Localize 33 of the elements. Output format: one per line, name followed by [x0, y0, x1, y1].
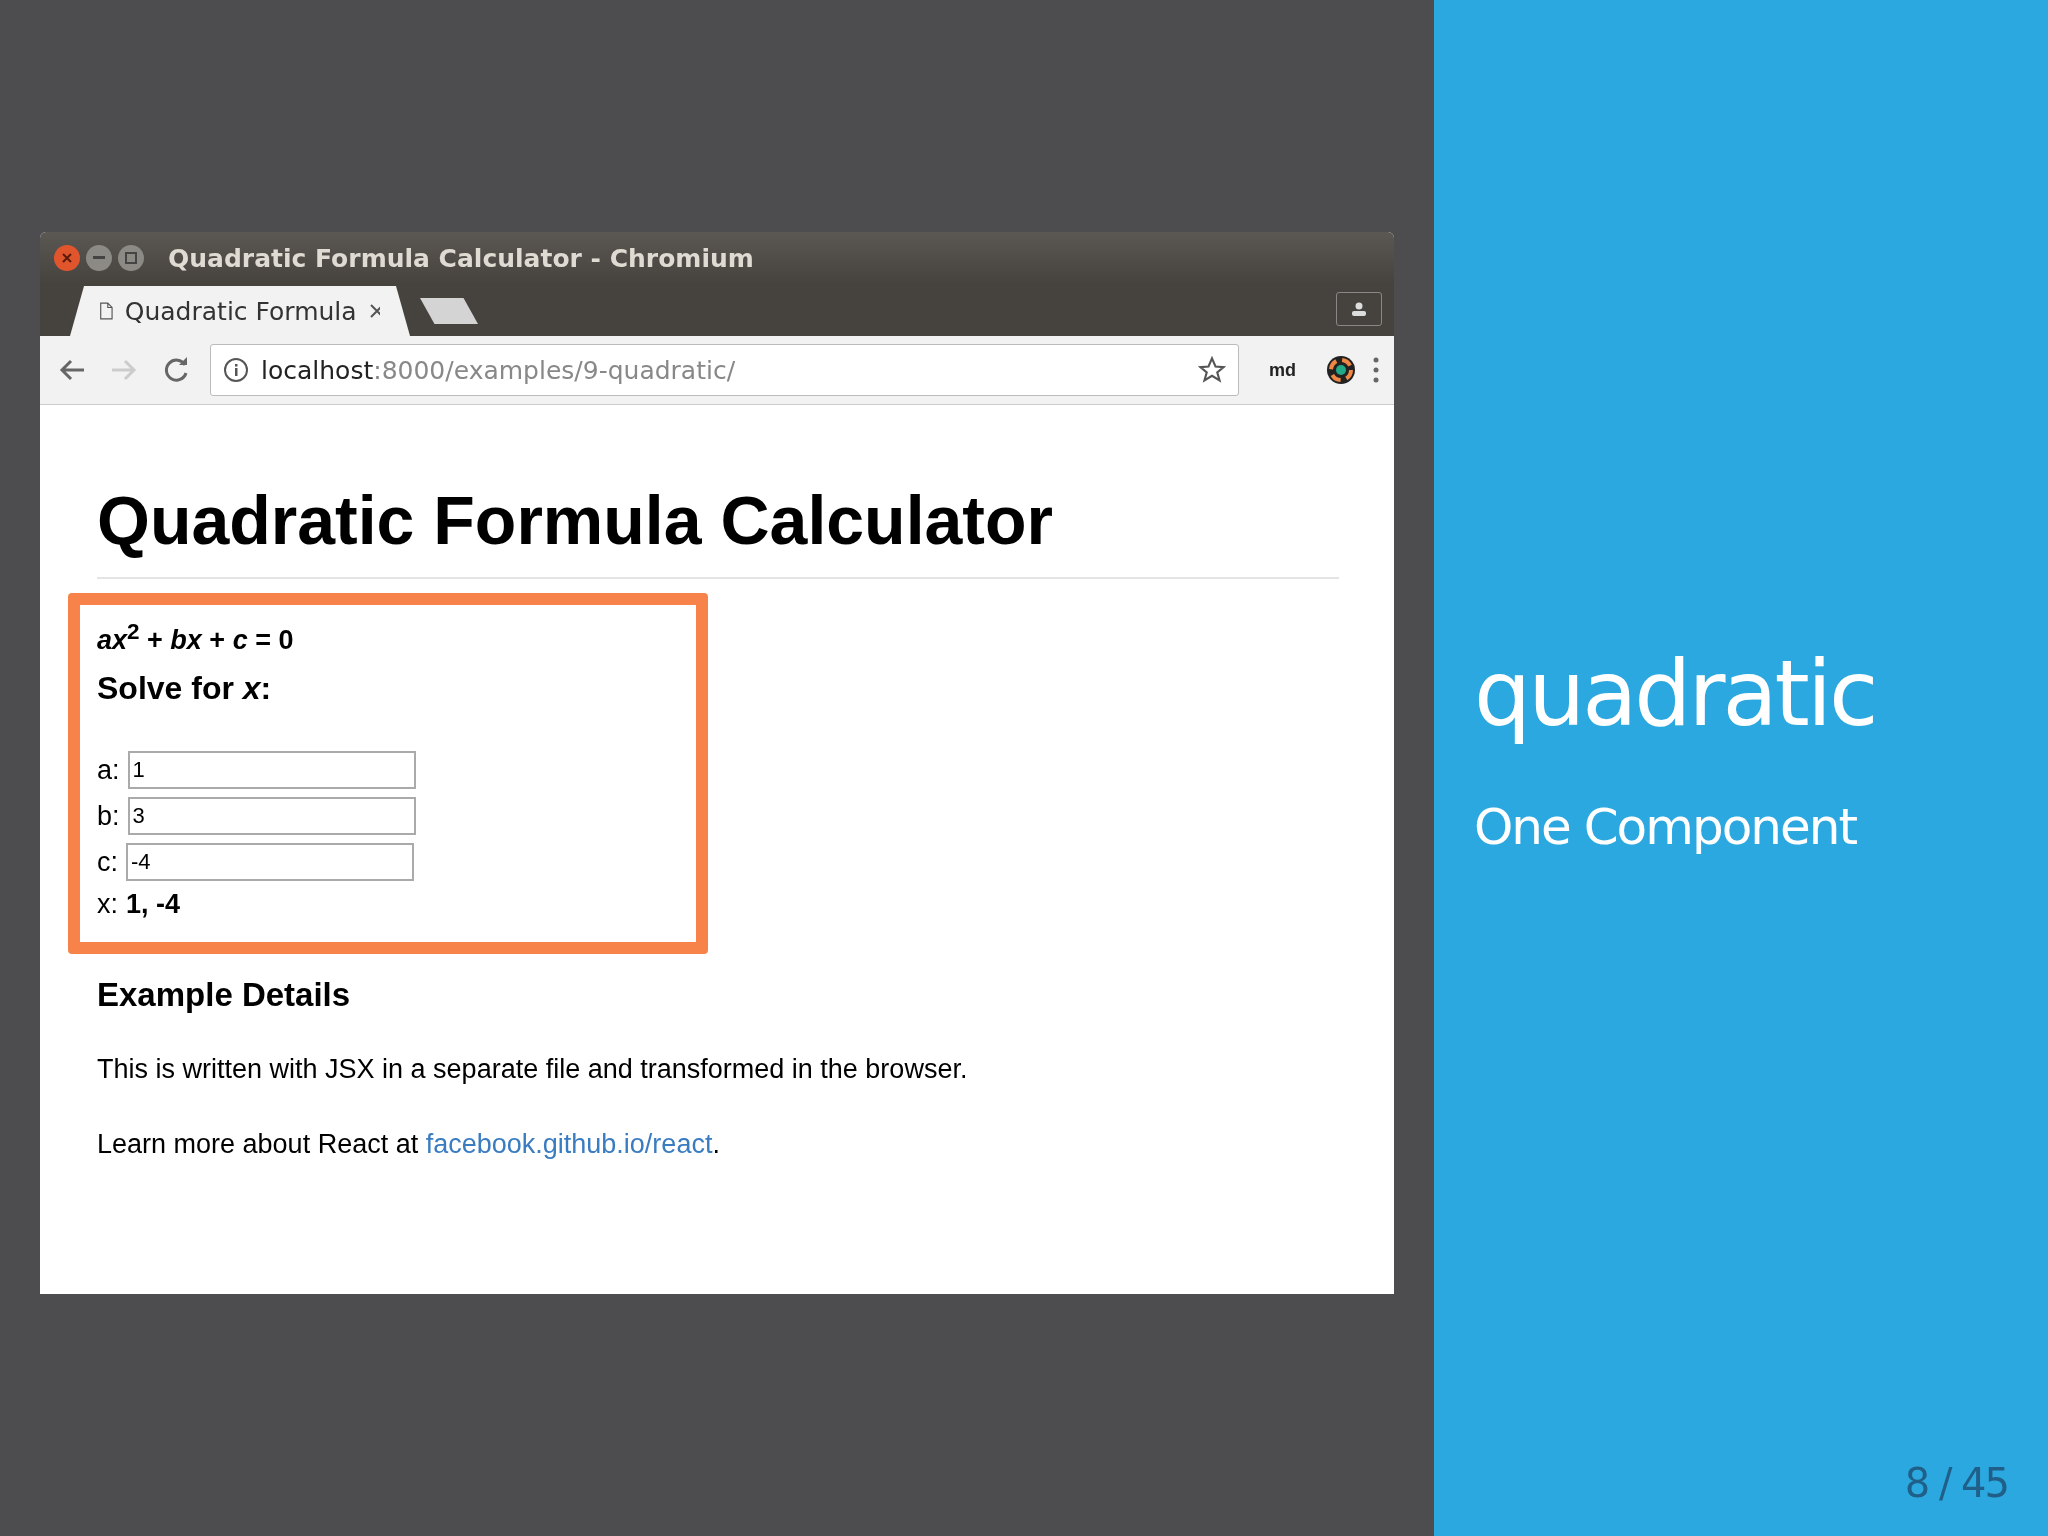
- page-heading: Quadratic Formula Calculator: [97, 481, 1339, 579]
- link[interactable]: facebook.github.io/react: [425, 1129, 713, 1159]
- menu-icon[interactable]: [1372, 356, 1380, 384]
- star-icon[interactable]: [1198, 356, 1226, 384]
- section-heading: Example Details: [97, 976, 352, 1014]
- field-label: a:: [97, 754, 120, 786]
- input-field[interactable]: 1: [127, 751, 416, 789]
- input-field[interactable]: 3: [127, 797, 416, 835]
- browser-tab[interactable]: Quadratic Formula: [70, 286, 410, 336]
- slide-subtitle: One Component: [1474, 798, 1858, 856]
- info-icon: [223, 357, 249, 383]
- maximize-icon[interactable]: [118, 245, 144, 271]
- section-heading: Solve for x:: [97, 670, 273, 707]
- result-label: x:: [97, 889, 118, 920]
- address-bar[interactable]: localhost:8000/examples/9-quadratic/: [210, 344, 1239, 396]
- extension-button[interactable]: md: [1269, 359, 1296, 381]
- field-label: b:: [97, 800, 120, 832]
- slide-counter: 8 / 45: [1904, 1460, 2008, 1506]
- minimize-icon[interactable]: [86, 245, 112, 271]
- window-title: Quadratic Formula Calculator - Chromium: [168, 243, 754, 273]
- paragraph: Learn more about React at facebook.github.io/react.: [97, 1129, 721, 1160]
- input-field[interactable]: -4: [126, 843, 414, 881]
- close-icon[interactable]: [54, 245, 80, 271]
- field-label: c:: [97, 846, 118, 878]
- result-value: 1, -4: [126, 889, 181, 920]
- slide-title: quadratic: [1474, 640, 1877, 748]
- person-icon: [1351, 302, 1367, 316]
- profile-button[interactable]: [1336, 292, 1382, 326]
- color-wheel-icon[interactable]: [1326, 355, 1356, 385]
- url-text: localhost:8000/examples/9-quadratic/: [261, 355, 737, 385]
- paragraph: This is written with JSX in a separate file and transformed in the browser.: [97, 1054, 969, 1085]
- equation: ax$^{2}$ + bx + c = 0: [97, 619, 295, 656]
- close-icon[interactable]: [368, 303, 380, 319]
